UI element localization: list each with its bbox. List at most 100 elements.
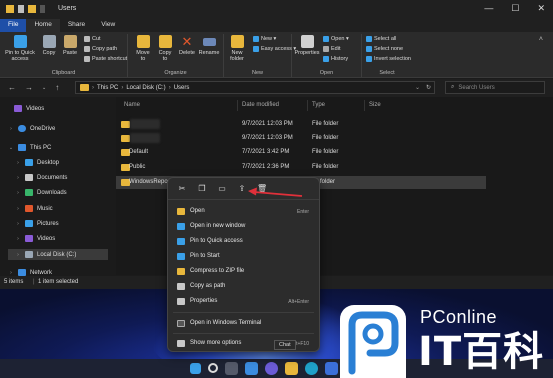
forward-arrow-icon[interactable]: → — [25, 83, 33, 92]
rename-button[interactable]: Rename — [198, 35, 220, 56]
expand-chevron-icon[interactable]: › — [15, 175, 21, 181]
collapse-chevron-icon[interactable]: ⌄ — [8, 145, 14, 151]
title-bar: Users — ☐ ✕ — [0, 0, 553, 19]
column-header-name[interactable]: Name — [124, 102, 140, 108]
table-row[interactable]: Default 7/7/2021 3:42 PM File folder — [116, 146, 486, 159]
expand-chevron-icon[interactable]: › — [15, 221, 21, 227]
nav-item-pictures[interactable]: › Pictures — [15, 220, 59, 227]
menu-item-show-more-options[interactable]: Show more options Shift+F10 — [168, 336, 319, 351]
move-to-button[interactable]: Move to — [134, 35, 152, 62]
open-button[interactable]: Open ▾ — [323, 36, 349, 42]
paste-button[interactable]: Paste — [61, 35, 79, 56]
close-button[interactable]: ✕ — [537, 3, 545, 14]
store-icon[interactable] — [325, 362, 338, 375]
menu-item-properties[interactable]: Properties Alt+Enter — [168, 294, 319, 309]
tab-view[interactable]: View — [93, 19, 123, 32]
search-taskbar-icon[interactable] — [208, 363, 218, 373]
easy-access-button[interactable]: Easy access ▾ — [253, 46, 296, 52]
address-dropdown-icon[interactable]: ⌄ — [415, 84, 420, 91]
expand-chevron-icon[interactable]: › — [15, 206, 21, 212]
table-row[interactable]: 9/7/2021 12:03 PM File folder — [116, 132, 486, 145]
recent-locations-icon[interactable]: ⌄ — [42, 85, 46, 92]
expand-chevron-icon[interactable]: › — [15, 252, 21, 258]
copy-button[interactable]: Copy — [41, 35, 57, 56]
quick-access-toolbar — [6, 5, 45, 13]
tab-file[interactable]: File — [0, 19, 27, 32]
rename-icon[interactable]: ▭ — [217, 184, 227, 194]
properties-quick-icon[interactable] — [18, 5, 24, 13]
file-explorer-taskbar-icon[interactable] — [285, 362, 298, 375]
expand-chevron-icon[interactable]: › — [15, 236, 21, 242]
minimize-button[interactable]: — — [484, 3, 493, 14]
nav-item-documents[interactable]: › Documents — [15, 174, 67, 181]
expand-chevron-icon[interactable]: › — [8, 270, 14, 276]
select-all-icon — [366, 36, 372, 42]
menu-item-copy-as-path[interactable]: Copy as path — [168, 279, 319, 294]
refresh-icon[interactable]: ↻ — [426, 84, 431, 91]
breadcrumb-local-disk[interactable]: Local Disk (C:) — [126, 85, 165, 91]
new-folder-quick-icon[interactable] — [28, 5, 36, 13]
menu-separator — [173, 312, 314, 313]
nav-item-videos[interactable]: › Videos — [15, 235, 55, 242]
table-row[interactable]: 9/7/2021 12:03 PM File folder — [116, 118, 486, 131]
pin-quick-access-button[interactable]: Pin to Quick access — [5, 35, 35, 62]
task-view-icon[interactable] — [225, 362, 238, 375]
start-icon[interactable] — [190, 363, 201, 374]
widgets-icon[interactable] — [245, 362, 258, 375]
maximize-button[interactable]: ☐ — [511, 3, 519, 14]
customize-toolbar-icon[interactable] — [40, 5, 45, 13]
nav-item-local-disk[interactable]: › Local Disk (C:) — [8, 249, 108, 260]
menu-item-compress-zip[interactable]: Compress to ZIP file — [168, 264, 319, 279]
search-box[interactable]: ⌕ Search Users — [445, 81, 545, 94]
breadcrumb-users[interactable]: Users — [174, 85, 190, 91]
expand-chevron-icon[interactable]: › — [15, 160, 21, 166]
edit-button[interactable]: Edit — [323, 46, 340, 52]
column-header-size[interactable]: Size — [369, 102, 381, 108]
chat-icon[interactable] — [265, 362, 278, 375]
cut-button[interactable]: Cut — [84, 36, 101, 42]
menu-item-open[interactable]: Open Enter — [168, 204, 319, 219]
expand-chevron-icon[interactable]: › — [8, 126, 14, 132]
expand-chevron-icon[interactable]: › — [15, 190, 21, 196]
nav-item-downloads[interactable]: › Downloads — [15, 189, 67, 196]
edge-icon[interactable] — [305, 362, 318, 375]
invert-selection-button[interactable]: Invert selection — [366, 56, 411, 62]
column-header-date[interactable]: Date modified — [242, 102, 279, 108]
tab-share[interactable]: Share — [60, 19, 93, 32]
up-arrow-icon[interactable]: ↑ — [55, 83, 59, 92]
history-button[interactable]: History — [323, 56, 348, 62]
nav-item-this-pc[interactable]: ⌄ This PC — [8, 144, 51, 151]
select-all-button[interactable]: Select all — [366, 36, 396, 42]
back-arrow-icon[interactable]: ← — [8, 83, 16, 92]
delete-button[interactable]: ✕ Delete — [178, 35, 196, 56]
address-bar[interactable]: › This PC › Local Disk (C:) › Users ⌄ ↻ — [75, 81, 435, 94]
watermark-brand-cn: IT百科 — [418, 329, 545, 375]
clipboard-group: Pin to Quick access Copy Paste Cut Copy … — [0, 34, 128, 77]
copy-to-button[interactable]: Copy to — [156, 35, 174, 62]
nav-item-onedrive[interactable]: › OneDrive — [8, 125, 55, 132]
column-divider[interactable] — [237, 100, 238, 111]
menu-item-pin-start[interactable]: Pin to Start — [168, 249, 319, 264]
copy-icon[interactable]: ❐ — [197, 184, 207, 194]
tab-home[interactable]: Home — [26, 19, 60, 32]
menu-item-windows-terminal[interactable]: Open in Windows Terminal — [168, 316, 319, 331]
nav-item-network[interactable]: › Network — [8, 269, 52, 276]
nav-item-music[interactable]: › Music — [15, 205, 53, 212]
paste-shortcut-button[interactable]: Paste shortcut — [84, 56, 127, 62]
menu-item-open-new-window[interactable]: Open in new window — [168, 219, 319, 234]
properties-button[interactable]: Properties — [294, 35, 320, 56]
nav-item-videos-quick[interactable]: Videos — [14, 105, 44, 112]
nav-item-desktop[interactable]: › Desktop — [15, 159, 59, 166]
column-header-type[interactable]: Type — [312, 102, 325, 108]
collapse-ribbon-icon[interactable]: ˄ — [539, 36, 543, 43]
select-none-button[interactable]: Select none — [366, 46, 403, 52]
cut-icon[interactable]: ✂ — [177, 184, 187, 194]
new-folder-button[interactable]: New folder — [228, 35, 246, 62]
breadcrumb-this-pc[interactable]: This PC — [97, 85, 118, 91]
table-row[interactable]: Public 7/7/2021 2:36 PM File folder — [116, 161, 486, 174]
copy-path-button[interactable]: Copy path — [84, 46, 117, 52]
column-divider[interactable] — [307, 100, 308, 111]
new-item-button[interactable]: New ▾ — [253, 36, 276, 42]
column-divider[interactable] — [364, 100, 365, 111]
menu-item-pin-quick-access[interactable]: Pin to Quick access — [168, 234, 319, 249]
